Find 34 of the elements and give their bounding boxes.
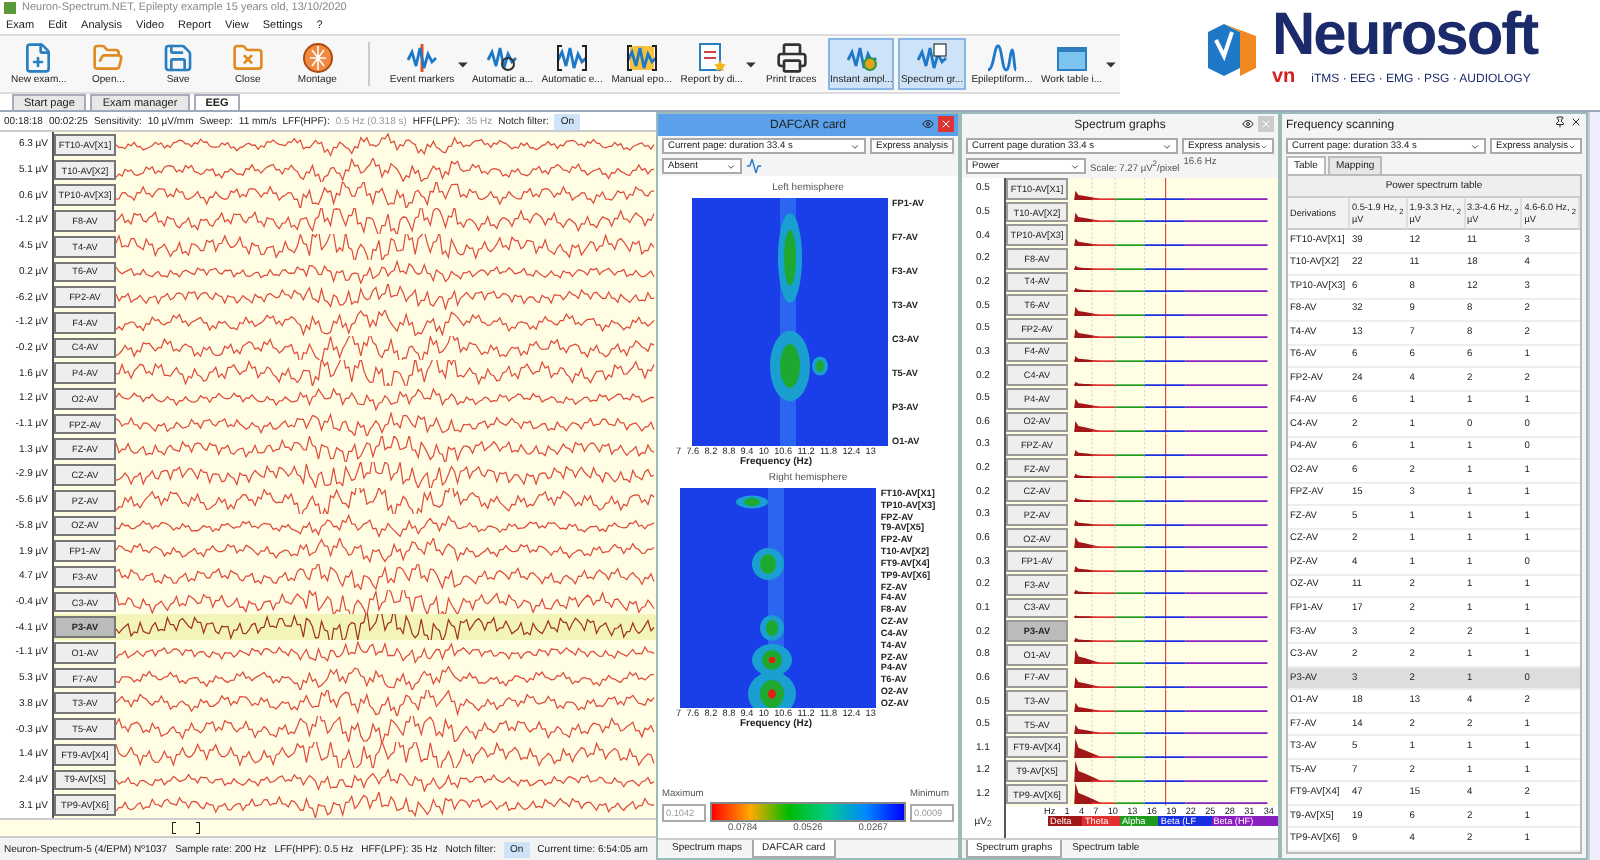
peak-wave-icon	[985, 42, 1018, 74]
close-icon[interactable]	[1570, 116, 1582, 128]
folder-close-icon	[231, 42, 264, 74]
close-button[interactable]	[938, 116, 954, 132]
wave-bracket-icon	[625, 42, 658, 74]
window-icon	[1055, 42, 1088, 74]
printer-icon	[775, 42, 808, 74]
wave-map-icon	[845, 42, 878, 74]
wave-marker-icon	[406, 42, 439, 74]
wave-bracket-icon	[556, 42, 589, 74]
wave-magnifier-icon	[486, 42, 519, 74]
eye-icon[interactable]	[922, 118, 934, 130]
folder-icon	[92, 42, 125, 74]
heatmap-spot	[748, 671, 797, 708]
page-bracket-icon[interactable]	[172, 822, 200, 834]
app-icon	[4, 2, 16, 15]
head-electrodes-icon	[301, 42, 334, 74]
heatmap-spot	[760, 615, 785, 641]
report-star-icon	[695, 42, 728, 74]
new-file-icon	[22, 42, 55, 74]
spectrum-icon	[916, 42, 949, 74]
heatmap-spot	[736, 495, 769, 509]
heatmap-spot	[752, 548, 785, 580]
logo-country: vn	[1272, 66, 1296, 88]
caret-icon[interactable]	[1106, 59, 1117, 69]
save-icon	[162, 42, 195, 74]
eye-icon[interactable]	[1242, 118, 1254, 130]
heatmap-spot	[778, 213, 802, 303]
caret-icon[interactable]	[458, 59, 468, 69]
pin-icon[interactable]	[1554, 116, 1566, 128]
logo-name: Neurosoft	[1272, 6, 1538, 66]
wave-icon[interactable]	[746, 158, 762, 174]
caret-icon[interactable]	[746, 59, 757, 69]
heatmap-spot	[752, 644, 793, 676]
